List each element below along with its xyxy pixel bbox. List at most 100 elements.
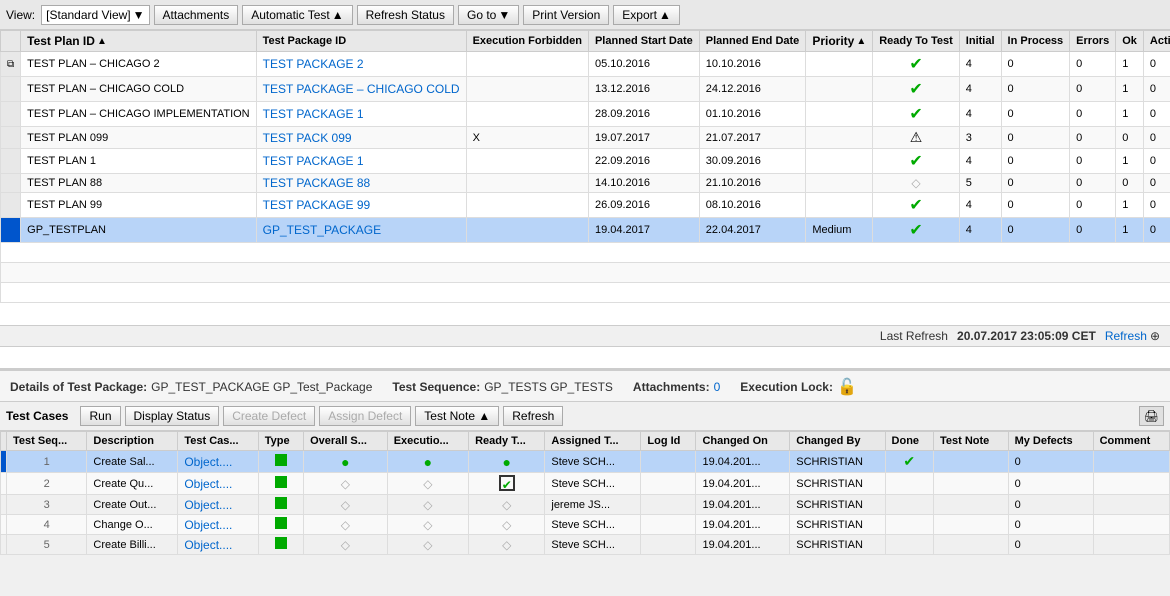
col-priority[interactable]: Priority ▲ bbox=[806, 31, 873, 52]
col-comment[interactable]: Comment bbox=[1093, 432, 1169, 451]
col-in-process[interactable]: In Process bbox=[1001, 31, 1070, 52]
active-defects-cell: 0 bbox=[1143, 77, 1170, 102]
attachments-count[interactable]: 0 bbox=[714, 380, 721, 394]
col-ready-t[interactable]: Ready T... bbox=[469, 432, 545, 451]
refresh-link[interactable]: Refresh bbox=[1105, 329, 1147, 343]
test-package-id-cell[interactable]: TEST PACKAGE 2 bbox=[256, 52, 466, 77]
col-test-cas[interactable]: Test Cas... bbox=[178, 432, 258, 451]
col-description[interactable]: Description bbox=[87, 432, 178, 451]
refresh-status-button[interactable]: Refresh Status bbox=[357, 5, 454, 25]
col-test-plan-id[interactable]: Test Plan ID ▲ bbox=[21, 31, 256, 52]
lock-icon: 🔓 bbox=[837, 377, 857, 397]
attachments-button[interactable]: Attachments bbox=[154, 5, 239, 25]
test-package-id-cell[interactable]: GP_TEST_PACKAGE bbox=[256, 218, 466, 243]
col-executio[interactable]: Executio... bbox=[387, 432, 468, 451]
col-changed-by[interactable]: Changed By bbox=[790, 432, 885, 451]
test-note-button[interactable]: Test Note ▲ bbox=[415, 406, 499, 426]
table-row[interactable]: ⧉ TEST PLAN – CHICAGO 2 TEST PACKAGE 2 0… bbox=[1, 52, 1170, 77]
test-package-id-cell[interactable]: TEST PACKAGE 99 bbox=[256, 193, 466, 218]
my-defects-cell: 0 bbox=[1008, 515, 1093, 535]
log-id-cell bbox=[641, 451, 696, 473]
bottom-table-wrapper[interactable]: Test Seq... Description Test Cas... Type… bbox=[0, 431, 1170, 586]
top-table-wrapper[interactable]: Test Plan ID ▲ Test Package ID Execution… bbox=[0, 30, 1170, 325]
ready-t-cell: ◇ bbox=[469, 535, 545, 555]
test-package-id-cell[interactable]: TEST PACKAGE – CHICAGO COLD bbox=[256, 77, 466, 102]
col-planned-end[interactable]: Planned End Date bbox=[699, 31, 806, 52]
print-icon[interactable]: 🖨 bbox=[1139, 406, 1164, 426]
test-cases-toolbar: Test Cases Run Display Status Create Def… bbox=[0, 401, 1170, 431]
display-status-button[interactable]: Display Status bbox=[125, 406, 220, 426]
execution-lock-item: Execution Lock: 🔓 bbox=[740, 377, 857, 397]
test-package-id-cell[interactable]: TEST PACKAGE 1 bbox=[256, 102, 466, 127]
table-row[interactable]: TEST PLAN 88 TEST PACKAGE 88 14.10.2016 … bbox=[1, 174, 1170, 193]
table-row[interactable]: GP_TESTPLAN GP_TEST_PACKAGE 19.04.2017 2… bbox=[1, 218, 1170, 243]
log-id-cell bbox=[641, 515, 696, 535]
view-select-value: [Standard View] bbox=[46, 8, 131, 22]
col-seq[interactable]: Test Seq... bbox=[7, 432, 87, 451]
changed-on-cell: 19.04.201... bbox=[696, 451, 790, 473]
table-row[interactable]: TEST PLAN 099 TEST PACK 099 X 19.07.2017… bbox=[1, 127, 1170, 149]
type-cell bbox=[258, 473, 303, 495]
view-select[interactable]: [Standard View] ▼ bbox=[41, 5, 149, 25]
done-cell bbox=[885, 535, 933, 555]
table-row[interactable]: 4 Change O... Object.... ◇ ◇ ◇ Steve SCH… bbox=[1, 515, 1170, 535]
assign-defect-button[interactable]: Assign Defect bbox=[319, 406, 411, 426]
col-test-note[interactable]: Test Note bbox=[934, 432, 1009, 451]
status-bar: Last Refresh 20.07.2017 23:05:09 CET Ref… bbox=[0, 325, 1170, 347]
test-plan-id-cell: TEST PLAN – CHICAGO IMPLEMENTATION bbox=[21, 102, 256, 127]
col-changed-on[interactable]: Changed On bbox=[696, 432, 790, 451]
changed-by-cell: SCHRISTIAN bbox=[790, 473, 885, 495]
overall-s-cell: ◇ bbox=[304, 473, 388, 495]
test-package-id-cell[interactable]: TEST PACKAGE 88 bbox=[256, 174, 466, 193]
create-defect-button[interactable]: Create Defect bbox=[223, 406, 315, 426]
print-version-button[interactable]: Print Version bbox=[523, 5, 609, 25]
col-done[interactable]: Done bbox=[885, 432, 933, 451]
active-defects-cell: 0 bbox=[1143, 52, 1170, 77]
test-package-id-cell[interactable]: TEST PACK 099 bbox=[256, 127, 466, 149]
col-assigned-t[interactable]: Assigned T... bbox=[545, 432, 641, 451]
col-ok[interactable]: Ok bbox=[1116, 31, 1144, 52]
table-row[interactable]: 5 Create Billi... Object.... ◇ ◇ ◇ Steve… bbox=[1, 535, 1170, 555]
executio-cell: ● bbox=[387, 451, 468, 473]
test-cas-cell: Object.... bbox=[178, 515, 258, 535]
row-selector bbox=[1, 149, 21, 174]
run-button[interactable]: Run bbox=[80, 406, 120, 426]
test-cas-cell: Object.... bbox=[178, 535, 258, 555]
go-to-button[interactable]: Go to ▼ bbox=[458, 5, 519, 25]
table-row[interactable]: 1 Create Sal... Object.... ● ● ● Steve S… bbox=[1, 451, 1170, 473]
col-log-id[interactable]: Log Id bbox=[641, 432, 696, 451]
table-row[interactable]: TEST PLAN 99 TEST PACKAGE 99 26.09.2016 … bbox=[1, 193, 1170, 218]
col-planned-start[interactable]: Planned Start Date bbox=[588, 31, 699, 52]
planned-start-cell: 13.12.2016 bbox=[588, 77, 699, 102]
table-row[interactable]: TEST PLAN – CHICAGO IMPLEMENTATION TEST … bbox=[1, 102, 1170, 127]
ready-to-test-cell: ✔ bbox=[873, 193, 960, 218]
export-button[interactable]: Export ▲ bbox=[613, 5, 680, 25]
log-id-cell bbox=[641, 495, 696, 515]
col-overall-s[interactable]: Overall S... bbox=[304, 432, 388, 451]
planned-end-cell: 01.10.2016 bbox=[699, 102, 806, 127]
description-cell: Change O... bbox=[87, 515, 178, 535]
table-row[interactable]: TEST PLAN – CHICAGO COLD TEST PACKAGE – … bbox=[1, 77, 1170, 102]
planned-end-cell: 21.10.2016 bbox=[699, 174, 806, 193]
col-initial[interactable]: Initial bbox=[959, 31, 1001, 52]
table-row[interactable]: 3 Create Out... Object.... ◇ ◇ ◇ jereme … bbox=[1, 495, 1170, 515]
table-row[interactable]: 2 Create Qu... Object.... ◇ ◇ ✔ Steve SC… bbox=[1, 473, 1170, 495]
col-active-defects[interactable]: Active Defects bbox=[1143, 31, 1170, 52]
main-table: Test Plan ID ▲ Test Package ID Execution… bbox=[0, 30, 1170, 303]
assigned-t-cell: Steve SCH... bbox=[545, 535, 641, 555]
seq-cell: 1 bbox=[7, 451, 87, 473]
initial-cell: 4 bbox=[959, 102, 1001, 127]
col-my-defects[interactable]: My Defects bbox=[1008, 432, 1093, 451]
col-test-package-id[interactable]: Test Package ID bbox=[256, 31, 466, 52]
refresh-button[interactable]: Refresh bbox=[503, 406, 563, 426]
table-row[interactable]: TEST PLAN 1 TEST PACKAGE 1 22.09.2016 30… bbox=[1, 149, 1170, 174]
attachments-label: Attachments: bbox=[633, 380, 710, 394]
test-package-id-cell[interactable]: TEST PACKAGE 1 bbox=[256, 149, 466, 174]
planned-start-cell: 14.10.2016 bbox=[588, 174, 699, 193]
in-process-cell: 0 bbox=[1001, 77, 1070, 102]
col-type[interactable]: Type bbox=[258, 432, 303, 451]
col-execution-forbidden[interactable]: Execution Forbidden bbox=[466, 31, 588, 52]
col-errors[interactable]: Errors bbox=[1070, 31, 1116, 52]
automatic-test-button[interactable]: Automatic Test ▲ bbox=[242, 5, 352, 25]
col-ready-to-test[interactable]: Ready To Test bbox=[873, 31, 960, 52]
